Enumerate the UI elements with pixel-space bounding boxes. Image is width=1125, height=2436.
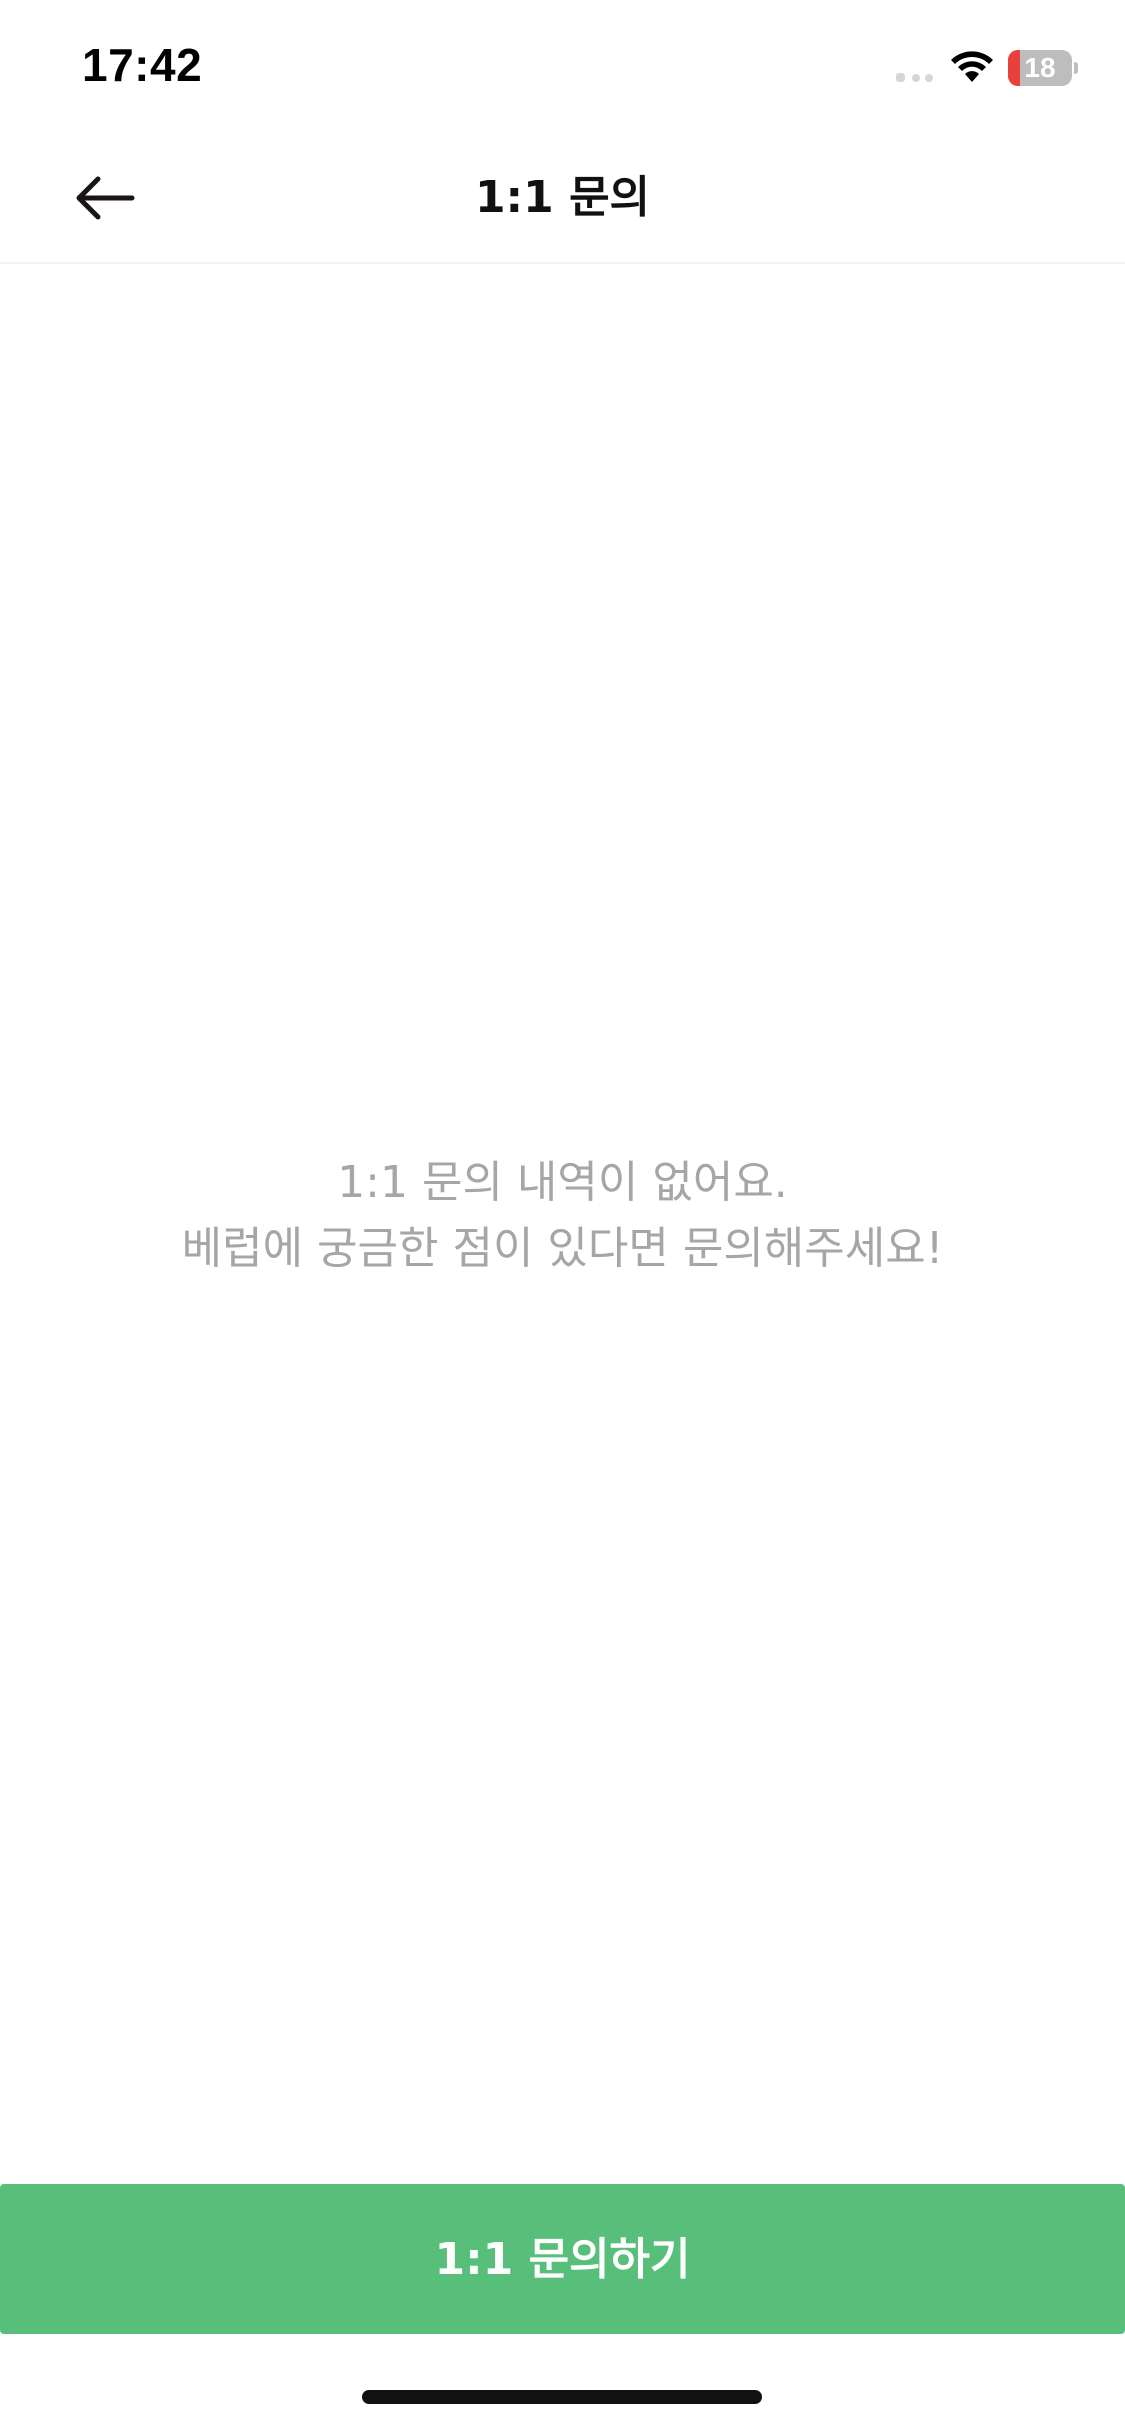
wifi-icon: [951, 51, 993, 82]
inquiry-button[interactable]: 1:1 문의하기: [0, 2184, 1125, 2334]
signal-icon: [896, 73, 933, 82]
nav-header: 1:1 문의: [0, 132, 1125, 264]
battery-body: 18: [1008, 50, 1072, 86]
battery-tip: [1074, 62, 1078, 74]
battery-icon: 18: [1008, 50, 1078, 86]
arrow-left-icon: [76, 176, 135, 220]
empty-state: 1:1 문의 내역이 없어요. 베럽에 궁금한 점이 있다면 문의해주세요!: [0, 1150, 1125, 1282]
page-title: 1:1 문의: [474, 172, 651, 223]
status-time: 17:42: [82, 39, 203, 91]
empty-state-line-1: 1:1 문의 내역이 없어요.: [337, 1157, 788, 1208]
back-button[interactable]: [60, 162, 150, 234]
home-indicator[interactable]: [362, 2390, 762, 2404]
battery-level: 18: [1024, 52, 1056, 83]
status-bar: 17:42 18: [0, 0, 1125, 132]
empty-state-line-2: 베럽에 궁금한 점이 있다면 문의해주세요!: [181, 1223, 944, 1274]
